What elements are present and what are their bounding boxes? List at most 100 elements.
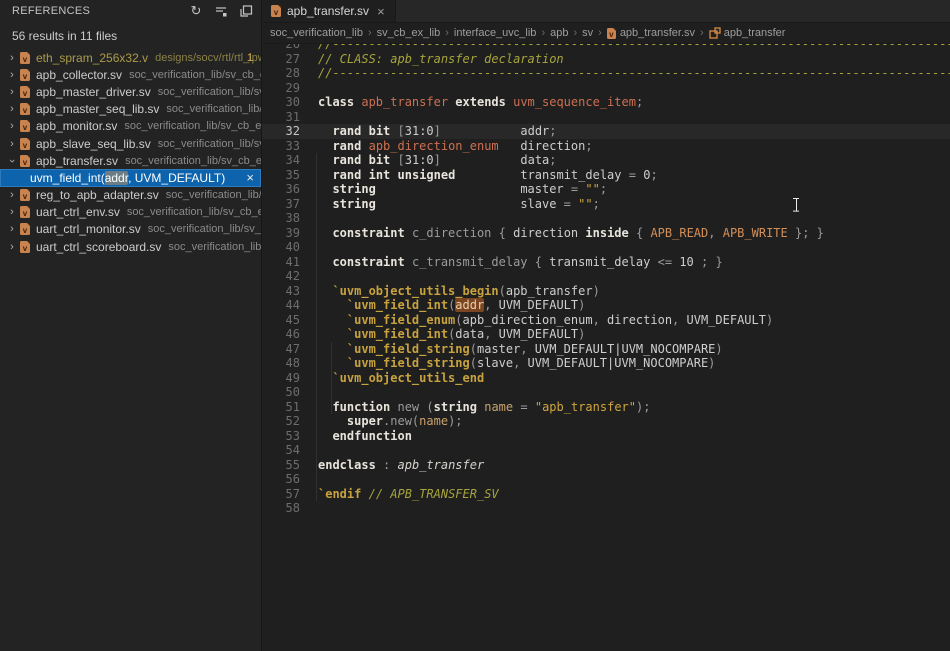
chevron-icon[interactable]: › bbox=[4, 223, 20, 235]
line-number[interactable]: 44 bbox=[262, 298, 318, 313]
code-line-text[interactable]: `uvm_object_utils_end bbox=[318, 371, 950, 386]
chevron-icon[interactable]: › bbox=[4, 69, 20, 81]
code-line-text[interactable]: constraint c_direction { direction insid… bbox=[318, 226, 950, 241]
code-line-text[interactable]: string master = ""; bbox=[318, 182, 950, 197]
refresh-icon[interactable]: ↻ bbox=[187, 2, 205, 20]
line-number[interactable]: 53 bbox=[262, 429, 318, 444]
code-line-text[interactable] bbox=[318, 472, 950, 487]
file-row[interactable]: ›apb_slave_seq_lib.svsoc_verification_li… bbox=[0, 135, 261, 152]
code-line-text[interactable] bbox=[318, 240, 950, 255]
file-row[interactable]: ›reg_to_apb_adapter.svsoc_verification_l… bbox=[0, 187, 261, 204]
code-line-text[interactable]: `uvm_field_int(data, UVM_DEFAULT) bbox=[318, 327, 950, 342]
line-number[interactable]: 33 bbox=[262, 139, 318, 154]
chevron-icon[interactable]: › bbox=[4, 52, 20, 64]
chevron-icon[interactable]: › bbox=[4, 86, 20, 98]
tab-apb-transfer[interactable]: apb_transfer.sv × bbox=[262, 0, 396, 22]
code-line-text[interactable]: //--------------------------------------… bbox=[318, 44, 950, 52]
line-number[interactable]: 42 bbox=[262, 269, 318, 284]
file-row[interactable]: ›apb_master_driver.svsoc_verification_li… bbox=[0, 83, 261, 100]
file-row[interactable]: ›eth_spram_256x32.vdesigns/socv/rtl/rtl_… bbox=[0, 49, 261, 66]
code-line-text[interactable]: endfunction bbox=[318, 429, 950, 444]
breadcrumb-item[interactable]: interface_uvc_lib bbox=[454, 27, 537, 39]
line-number[interactable]: 28 bbox=[262, 66, 318, 81]
code-line-text[interactable]: `uvm_field_string(slave, UVM_DEFAULT|UVM… bbox=[318, 356, 950, 371]
file-row[interactable]: ›uart_ctrl_env.svsoc_verification_lib/sv… bbox=[0, 204, 261, 221]
breadcrumb-item[interactable]: apb_transfer bbox=[709, 27, 786, 39]
code-line-text[interactable]: rand bit [31:0] addr; bbox=[318, 124, 950, 139]
line-number[interactable]: 52 bbox=[262, 414, 318, 429]
line-number[interactable]: 56 bbox=[262, 472, 318, 487]
line-number[interactable]: 27 bbox=[262, 52, 318, 67]
clear-results-icon[interactable] bbox=[212, 2, 230, 20]
line-number[interactable]: 38 bbox=[262, 211, 318, 226]
code-editor[interactable]: 26//------------------------------------… bbox=[262, 44, 950, 651]
line-number[interactable]: 26 bbox=[262, 44, 318, 52]
breadcrumb-item[interactable]: sv_cb_ex_lib bbox=[377, 27, 441, 39]
line-number[interactable]: 30 bbox=[262, 95, 318, 110]
code-line-text[interactable]: `endif // APB_TRANSFER_SV bbox=[318, 487, 950, 502]
breadcrumb-item[interactable]: apb_transfer.sv bbox=[607, 27, 695, 39]
line-number[interactable]: 43 bbox=[262, 284, 318, 299]
code-line-text[interactable]: rand apb_direction_enum direction; bbox=[318, 139, 950, 154]
line-number[interactable]: 31 bbox=[262, 110, 318, 125]
line-number[interactable]: 41 bbox=[262, 255, 318, 270]
breadcrumb-item[interactable]: sv bbox=[582, 27, 593, 39]
line-number[interactable]: 55 bbox=[262, 458, 318, 473]
chevron-icon[interactable]: › bbox=[4, 241, 20, 253]
chevron-icon[interactable]: › bbox=[6, 153, 18, 169]
tab-close-icon[interactable]: × bbox=[377, 5, 385, 18]
code-line-text[interactable]: constraint c_transmit_delay { transmit_d… bbox=[318, 255, 950, 270]
line-number[interactable]: 35 bbox=[262, 168, 318, 183]
code-line-text[interactable]: `uvm_field_enum(apb_direction_enum, dire… bbox=[318, 313, 950, 328]
dismiss-icon[interactable]: × bbox=[246, 171, 254, 184]
line-number[interactable]: 32 bbox=[262, 124, 318, 139]
code-line-text[interactable]: class apb_transfer extends uvm_sequence_… bbox=[318, 95, 950, 110]
line-number[interactable]: 46 bbox=[262, 327, 318, 342]
code-line-text[interactable]: //--------------------------------------… bbox=[318, 66, 950, 81]
line-number[interactable]: 51 bbox=[262, 400, 318, 415]
code-line-text[interactable] bbox=[318, 211, 950, 226]
file-row[interactable]: ›apb_transfer.svsoc_verification_lib/sv_… bbox=[0, 152, 261, 169]
code-line-text[interactable] bbox=[318, 269, 950, 284]
file-row[interactable]: ›apb_monitor.svsoc_verification_lib/sv_c… bbox=[0, 118, 261, 135]
code-line-text[interactable]: string slave = ""; bbox=[318, 197, 950, 212]
code-line-text[interactable] bbox=[318, 81, 950, 96]
reference-match-row[interactable]: uvm_field_int(addr, UVM_DEFAULT)× bbox=[0, 169, 261, 186]
line-number[interactable]: 40 bbox=[262, 240, 318, 255]
line-number[interactable]: 49 bbox=[262, 371, 318, 386]
chevron-icon[interactable]: › bbox=[4, 206, 20, 218]
file-row[interactable]: ›uart_ctrl_monitor.svsoc_verification_li… bbox=[0, 221, 261, 238]
code-line-text[interactable] bbox=[318, 385, 950, 400]
line-number[interactable]: 45 bbox=[262, 313, 318, 328]
collapse-all-icon[interactable] bbox=[237, 2, 255, 20]
code-line-text[interactable] bbox=[318, 110, 950, 125]
file-row[interactable]: ›apb_collector.svsoc_verification_lib/sv… bbox=[0, 66, 261, 83]
code-line-text[interactable]: // CLASS: apb_transfer declaration bbox=[318, 52, 950, 67]
code-line-text[interactable]: `uvm_field_int(addr, UVM_DEFAULT) bbox=[318, 298, 950, 313]
line-number[interactable]: 47 bbox=[262, 342, 318, 357]
line-number[interactable]: 29 bbox=[262, 81, 318, 96]
breadcrumb-item[interactable]: apb bbox=[550, 27, 568, 39]
line-number[interactable]: 50 bbox=[262, 385, 318, 400]
code-line-text[interactable]: `uvm_field_string(master, UVM_DEFAULT|UV… bbox=[318, 342, 950, 357]
line-number[interactable]: 37 bbox=[262, 197, 318, 212]
code-line-text[interactable]: endclass : apb_transfer bbox=[318, 458, 950, 473]
file-row[interactable]: ›uart_ctrl_scoreboard.svsoc_verification… bbox=[0, 238, 261, 255]
code-line-text[interactable] bbox=[318, 501, 950, 516]
code-line-text[interactable]: rand int unsigned transmit_delay = 0; bbox=[318, 168, 950, 183]
chevron-icon[interactable]: › bbox=[4, 138, 20, 150]
code-line-text[interactable] bbox=[318, 443, 950, 458]
code-line-text[interactable]: `uvm_object_utils_begin(apb_transfer) bbox=[318, 284, 950, 299]
chevron-icon[interactable]: › bbox=[4, 120, 20, 132]
code-line-text[interactable]: super.new(name); bbox=[318, 414, 950, 429]
line-number[interactable]: 48 bbox=[262, 356, 318, 371]
line-number[interactable]: 39 bbox=[262, 226, 318, 241]
breadcrumb-item[interactable]: soc_verification_lib bbox=[270, 27, 363, 39]
chevron-icon[interactable]: › bbox=[4, 189, 20, 201]
chevron-icon[interactable]: › bbox=[4, 103, 20, 115]
file-row[interactable]: ›apb_master_seq_lib.svsoc_verification_l… bbox=[0, 101, 261, 118]
line-number[interactable]: 54 bbox=[262, 443, 318, 458]
line-number[interactable]: 34 bbox=[262, 153, 318, 168]
line-number[interactable]: 57 bbox=[262, 487, 318, 502]
line-number[interactable]: 58 bbox=[262, 501, 318, 516]
